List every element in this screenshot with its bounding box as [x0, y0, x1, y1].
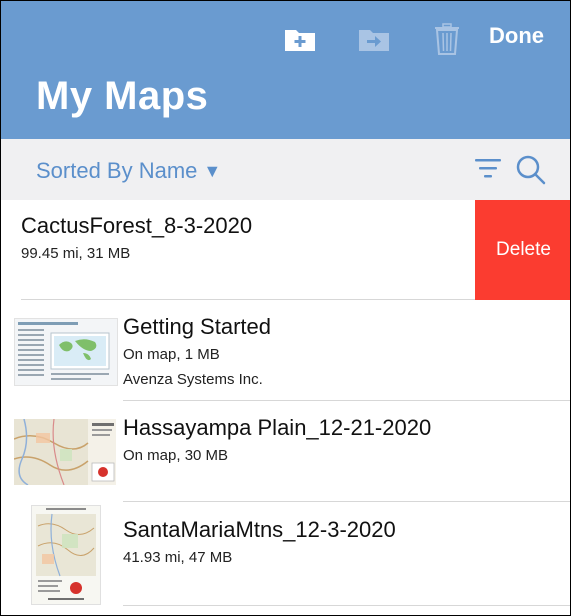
- done-button[interactable]: Done: [489, 23, 544, 49]
- map-row-santamariamtns[interactable]: SantaMariaMtns_12-3-2020 41.93 mi, 47 MB: [1, 502, 570, 606]
- trash-button[interactable]: [432, 21, 462, 57]
- map-details: 99.45 mi, 31 MB: [21, 245, 131, 262]
- sort-bar: Sorted By Name ▼: [1, 139, 570, 200]
- map-row-getting-started[interactable]: Getting Started On map, 1 MB Avenza Syst…: [1, 300, 570, 401]
- page-title: My Maps: [36, 74, 209, 118]
- map-thumbnail: [14, 318, 118, 386]
- delete-button[interactable]: Delete: [475, 200, 570, 300]
- map-publisher: Avenza Systems Inc.: [123, 371, 263, 388]
- map-thumbnail: [14, 419, 116, 485]
- new-folder-button[interactable]: [283, 21, 317, 57]
- search-button[interactable]: [515, 154, 547, 191]
- header: Done My Maps: [1, 1, 570, 139]
- trash-icon: [435, 23, 459, 55]
- map-title: Hassayampa Plain_12-21-2020: [123, 415, 432, 440]
- filter-button[interactable]: [475, 157, 501, 184]
- map-title: Getting Started: [123, 314, 271, 339]
- map-title: SantaMariaMtns_12-3-2020: [123, 517, 396, 542]
- app-frame: Done My Maps Sorted By Name ▼ CactusFore…: [0, 0, 571, 616]
- map-row-cactusforest[interactable]: CactusForest_8-3-2020 99.45 mi, 31 MB De…: [1, 200, 570, 300]
- move-to-folder-button[interactable]: [357, 21, 391, 57]
- map-row-hassayampa-plain[interactable]: Hassayampa Plain_12-21-2020 On map, 30 M…: [1, 401, 570, 502]
- move-to-folder-icon: [359, 30, 389, 51]
- sort-label: Sorted By Name: [36, 158, 198, 183]
- map-details: On map, 1 MB: [123, 346, 220, 363]
- search-icon: [516, 155, 546, 185]
- sort-dropdown[interactable]: Sorted By Name ▼: [36, 158, 221, 184]
- new-folder-icon: [285, 30, 315, 51]
- filter-icon: [475, 159, 501, 178]
- map-details: 41.93 mi, 47 MB: [123, 549, 233, 566]
- map-thumbnail: [31, 505, 101, 605]
- map-details: On map, 30 MB: [123, 447, 229, 464]
- map-title: CactusForest_8-3-2020: [21, 213, 253, 238]
- chevron-down-icon: ▼: [203, 160, 222, 181]
- row-divider: [123, 605, 570, 606]
